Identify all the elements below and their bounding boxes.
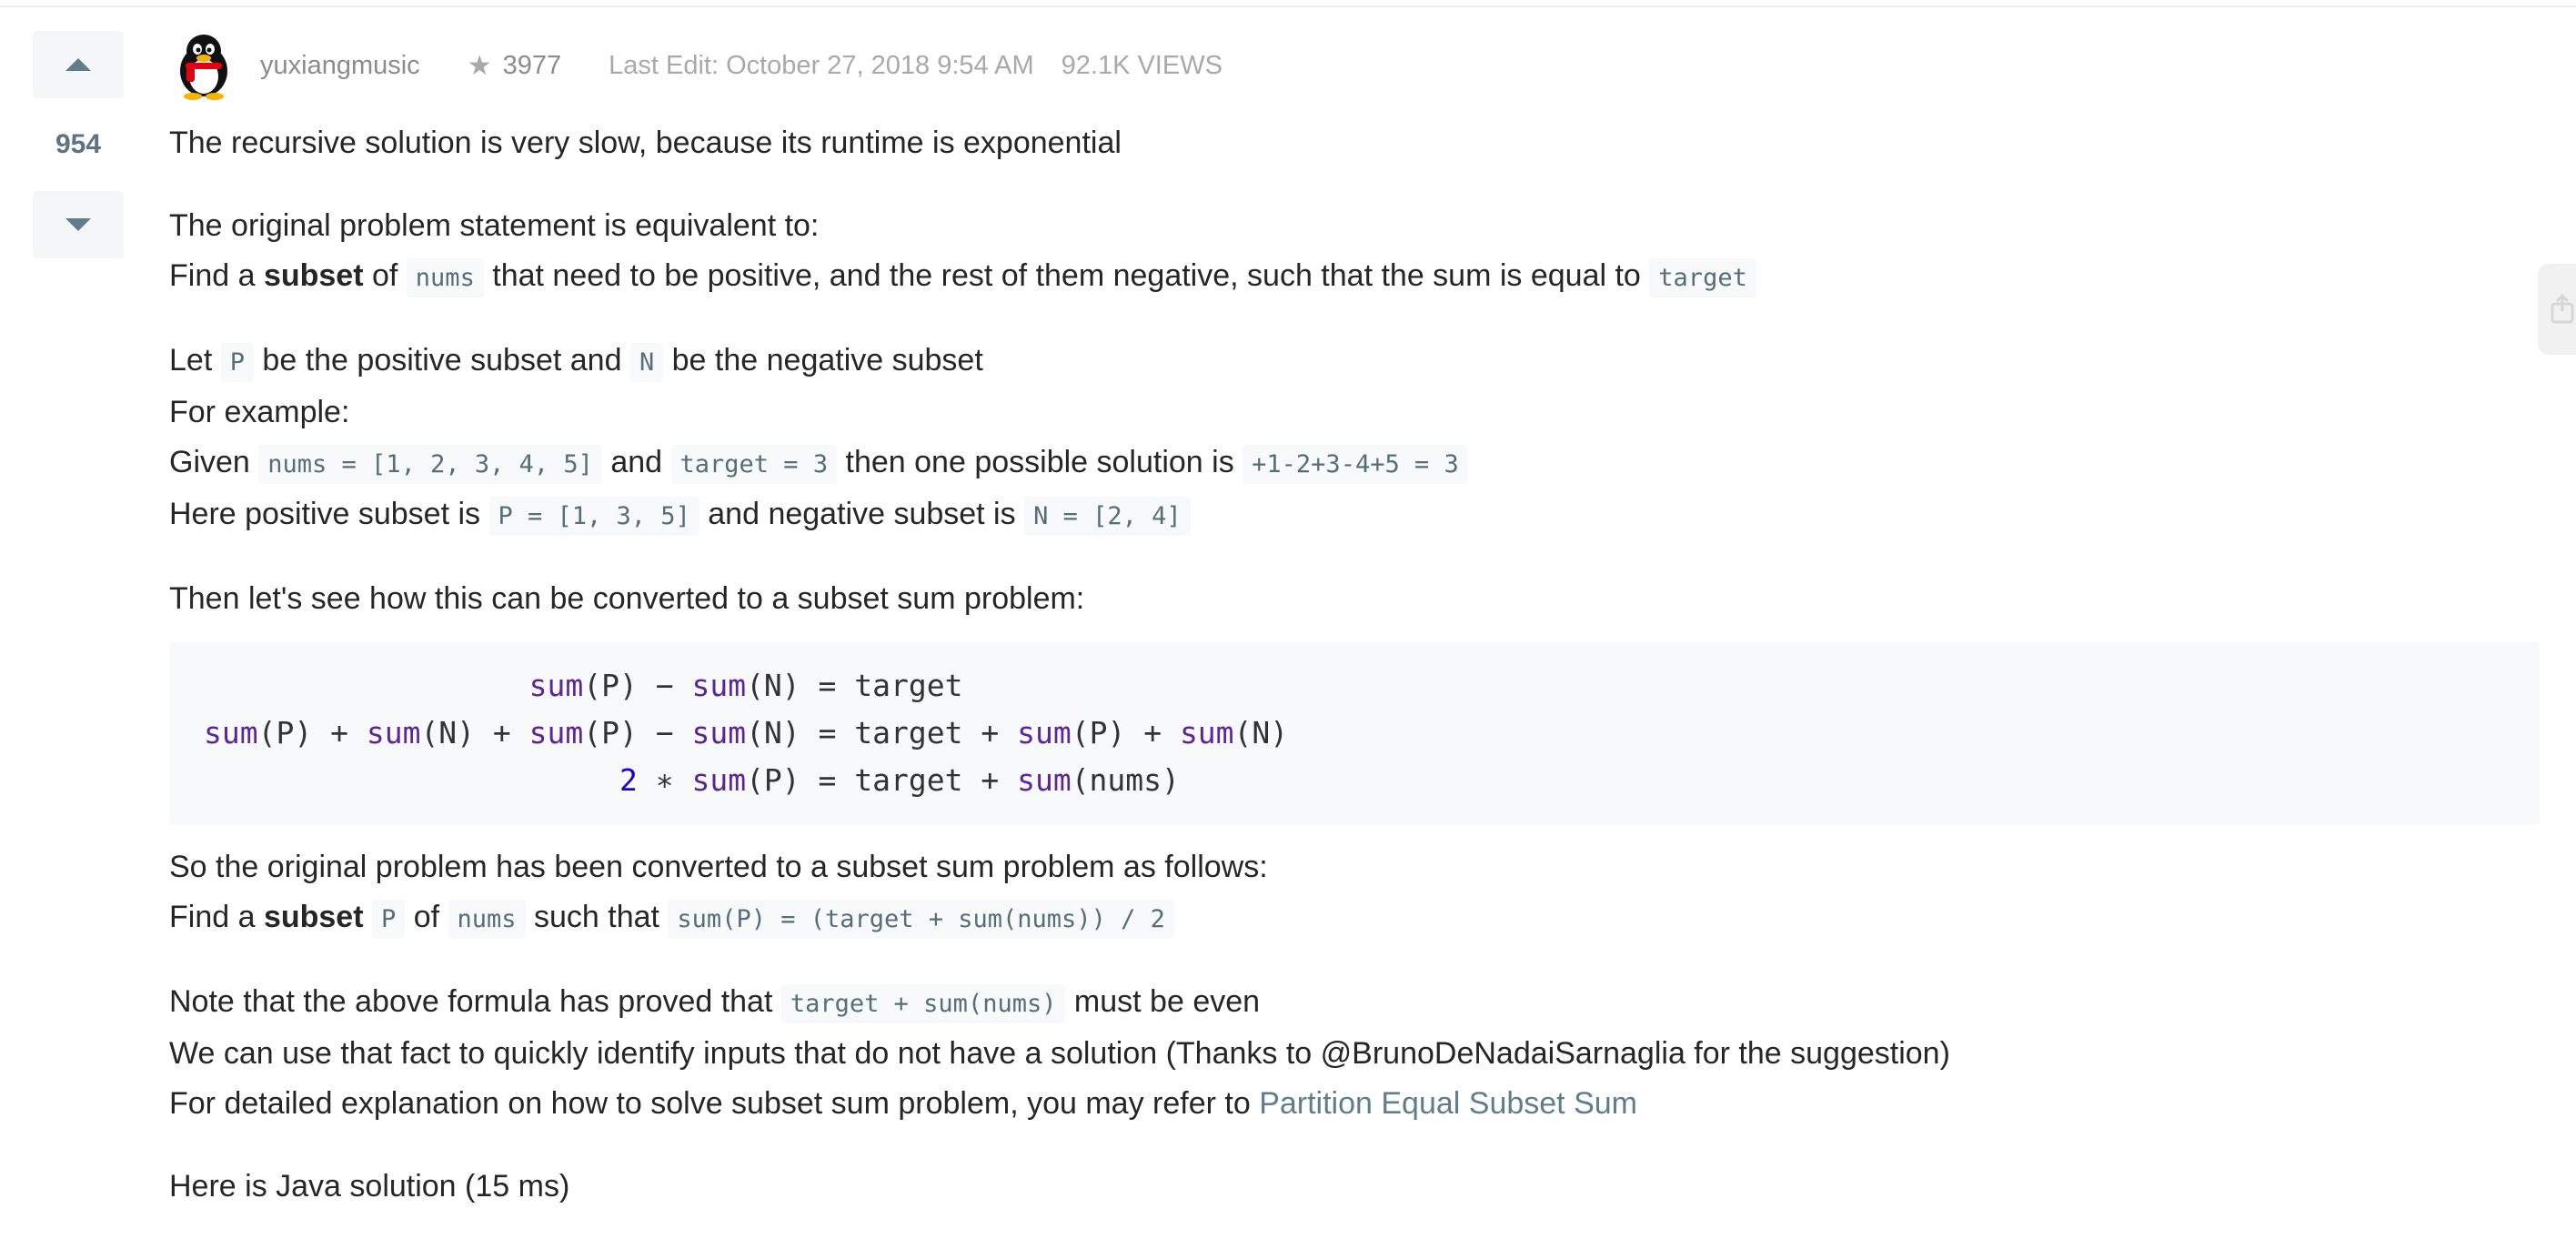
text: be the negative subset [663,343,983,378]
code-fn: sum [1017,762,1072,798]
text: The recursive solution is very slow, bec… [169,126,1122,160]
code-fn: sum [204,715,258,750]
top-divider [0,0,2576,7]
post-content: The recursive solution is very slow, bec… [169,118,2543,1212]
text: Note that the above formula has proved t… [169,984,781,1019]
partition-subset-sum-link[interactable]: Partition Equal Subset Sum [1259,1086,1637,1121]
paragraph: Here is Java solution (15 ms) [169,1162,2543,1212]
text: must be even [1065,984,1261,1019]
code-fn: sum [691,762,747,798]
text: of [405,900,448,934]
text: So the original problem has been convert… [169,850,1268,884]
paragraph: Note that the above formula has proved t… [169,977,2543,1029]
code-fn: sum [528,715,584,750]
inline-code: target = 3 [670,445,838,484]
text: We can use that fact to quickly identify… [169,1036,1950,1071]
text: For detailed explanation on how to solve… [169,1086,1260,1121]
inline-code: sum(P) = (target + sum(nums)) / 2 [668,900,1174,939]
bold-text: subset [263,900,364,934]
text: then one possible solution is [837,445,1243,479]
star-icon: ★ [467,50,492,81]
text: be the positive subset and [253,343,630,378]
text: Here is Java solution (15 ms) [169,1169,570,1204]
triangle-up-icon [65,58,91,71]
penguin-avatar[interactable] [169,31,238,100]
inline-code: target [1649,258,1756,297]
text: and negative subset is [699,497,1025,531]
inline-code: N [629,343,664,382]
paragraph: For example: [169,388,2543,438]
inline-code: target + sum(nums) [780,984,1066,1023]
paragraph: We can use that fact to quickly identify… [169,1029,2543,1079]
code-fn: sum [528,668,584,703]
code-fn: sum [691,668,747,703]
paragraph: The recursive solution is very slow, bec… [169,118,2543,168]
text: Find a [169,258,264,293]
text: The original problem statement is equiva… [169,208,820,243]
text: Here positive subset is [169,497,489,531]
inline-code: P [372,900,406,939]
inline-code: nums [448,900,526,939]
code-fn: sum [691,715,747,750]
code-fn: sum [1017,715,1072,750]
inline-code: +1-2+3-4+5 = 3 [1243,445,1468,484]
text: that need to be positive, and the rest o… [483,258,1650,293]
last-edit-timestamp: Last Edit: October 27, 2018 9:54 AM [609,50,1034,80]
paragraph: Given nums = [1, 2, 3, 4, 5] and target … [169,438,2543,489]
code-number: 2 [619,762,638,798]
inline-code: P [220,343,254,382]
author-name[interactable]: yuxiangmusic [260,51,420,81]
share-tab[interactable] [2538,264,2576,355]
triangle-down-icon [65,218,91,231]
text: Then let's see how this can be converted… [169,581,1085,616]
text: of [363,258,407,293]
paragraph: Here positive subset is P = [1, 3, 5] an… [169,489,2543,541]
reputation-count: 3977 [502,50,562,80]
paragraph: Find a subset of nums that need to be po… [169,251,2543,303]
text: and [601,445,671,479]
vote-count: 954 [55,129,102,159]
text: such that [525,900,669,934]
inline-code: P = [1, 3, 5] [488,497,699,536]
inline-code: nums = [1, 2, 3, 4, 5] [258,445,602,484]
code-block: sum(P) − sum(N) = target sum(P) + sum(N)… [169,642,2540,824]
paragraph: Find a subset P of nums such that sum(P)… [169,892,2543,944]
code-fn: sum [366,715,421,750]
paragraph: The original problem statement is equiva… [169,201,2543,251]
inline-code: nums [406,258,484,297]
text: Find a [169,900,264,934]
paragraph: So the original problem has been convert… [169,842,2543,892]
text: Let [169,343,221,378]
text: Given [169,445,259,479]
paragraph: Let P be the positive subset and N be th… [169,336,2543,388]
code-fn: sum [1179,715,1234,750]
text: For example: [169,395,350,429]
post-header: yuxiangmusic ★ 3977 Last Edit: October 2… [169,29,1223,102]
bold-text: subset [263,258,364,293]
vote-panel: 954 [33,31,124,258]
upvote-button[interactable] [33,31,124,98]
paragraph: For detailed explanation on how to solve… [169,1079,2543,1129]
downvote-button[interactable] [33,191,124,258]
share-icon [2551,293,2574,324]
inline-code: N = [2, 4] [1024,497,1191,536]
view-count: 92.1K VIEWS [1061,50,1223,80]
paragraph: Then let's see how this can be converted… [169,574,2543,624]
